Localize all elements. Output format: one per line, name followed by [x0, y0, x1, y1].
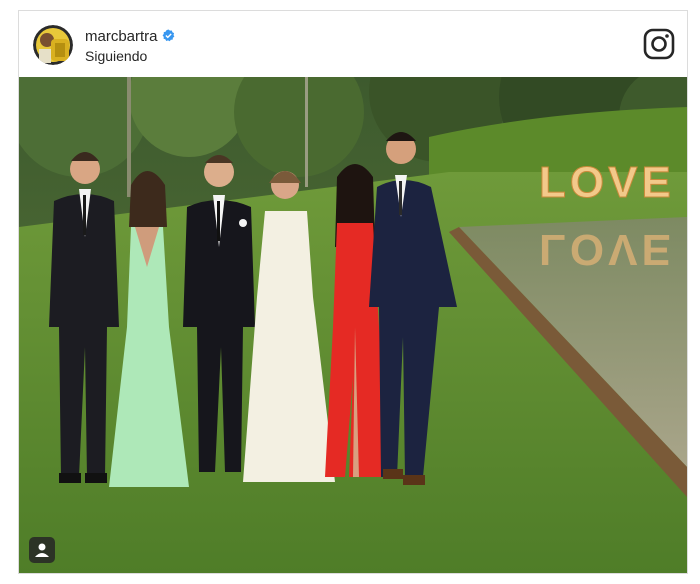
love-sign-reflection: LOVE — [539, 225, 675, 274]
instagram-embed-card: marcbartra Siguiendo LOVE LOVE — [18, 10, 688, 574]
verified-badge-icon — [162, 29, 174, 42]
username[interactable]: marcbartra — [85, 28, 175, 45]
post-header: marcbartra Siguiendo — [19, 11, 687, 77]
love-sign: LOVE — [539, 158, 675, 207]
wedding-photo-illustration: LOVE LOVE — [19, 77, 687, 573]
post-photo[interactable]: LOVE LOVE — [19, 77, 687, 573]
username-text[interactable]: marcbartra — [85, 28, 158, 45]
instagram-icon[interactable] — [643, 28, 675, 60]
follow-status[interactable]: Siguiendo — [85, 48, 147, 64]
avatar[interactable] — [33, 25, 73, 65]
user-tag-icon[interactable] — [29, 537, 55, 563]
